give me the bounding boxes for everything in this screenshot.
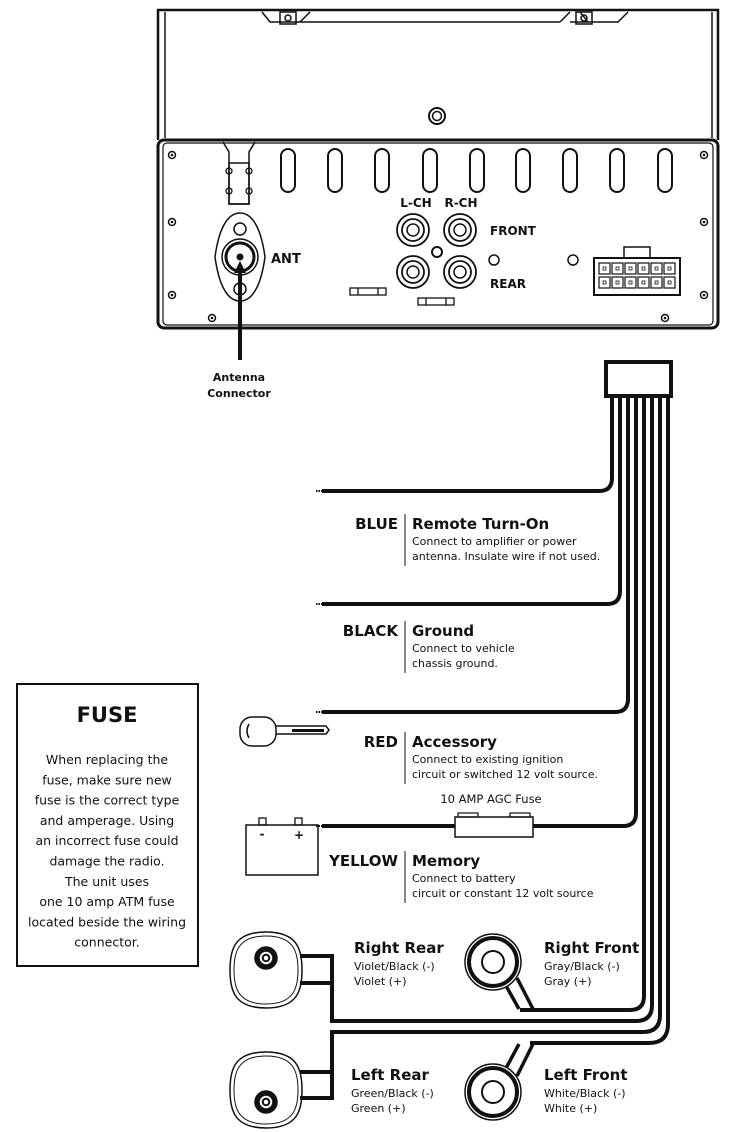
wire-color: RED — [364, 733, 398, 751]
front-label: FRONT — [490, 224, 537, 238]
connector-pin — [663, 276, 676, 289]
connector-pin — [637, 276, 650, 289]
speaker-title: Right Rear — [354, 939, 444, 957]
screw-hole — [428, 107, 446, 125]
vent-slot — [515, 148, 531, 193]
fuse-box-text: an incorrect fuse could — [35, 833, 178, 848]
speaker-title: Right Front — [544, 939, 639, 957]
vent-slot — [609, 148, 625, 193]
blue-wire — [322, 396, 614, 493]
speaker-label-right-rear: Right Rear Violet/Black (-) Violet (+) — [354, 939, 444, 988]
fuse-box-text: one 10 amp ATM fuse — [39, 894, 175, 909]
speaker-label-left-front: Left Front White/Black (-) White (+) — [544, 1066, 628, 1115]
connector-pin — [598, 262, 611, 275]
wire-description: antenna. Insulate wire if not used. — [412, 550, 600, 563]
wire-color: BLACK — [343, 622, 400, 640]
fuse-box-text: damage the radio. — [49, 854, 164, 869]
wiring-diagram: ANT Antenna Connector L-CH R-CH FRONT RE… — [16, 8, 720, 1129]
fuse-box-text: fuse, make sure new — [42, 772, 172, 787]
wire-function: Accessory — [412, 733, 497, 751]
battery-minus: - — [260, 827, 265, 841]
fuse-box-text: located beside the wiring — [28, 914, 186, 929]
speaker-title: Left Rear — [351, 1066, 429, 1084]
connector-pin — [650, 276, 663, 289]
connector-pin — [598, 276, 611, 289]
speaker-label-left-rear: Left Rear Green/Black (-) Green (+) — [351, 1066, 434, 1115]
battery-icon: - + — [245, 817, 319, 876]
right-front-speaker-icon — [464, 933, 535, 1010]
black-wire — [322, 396, 622, 606]
antenna-caption: Connector — [207, 387, 271, 400]
connector-pin — [611, 276, 624, 289]
left-rear-speaker-icon — [229, 1051, 303, 1129]
wire-color: BLUE — [355, 515, 398, 533]
wire-label-black: BLACK Ground Connect to vehicle chassis gro… — [343, 621, 515, 673]
speaker-positive-wire: Violet (+) — [354, 975, 407, 988]
arrow-head-icon — [234, 261, 246, 273]
wire-description: circuit or constant 12 volt source — [412, 887, 594, 900]
fuse-box-text: fuse is the correct type — [35, 793, 180, 808]
harness-plug — [604, 360, 673, 398]
vent-slots — [280, 148, 673, 193]
fuse-box-title: FUSE — [77, 703, 138, 727]
wire-label-yellow: YELLOW Memory Connect to battery circuit or… — [328, 851, 594, 903]
head-unit: ANT Antenna Connector L-CH R-CH FRONT RE… — [156, 8, 720, 400]
wire-description: Connect to existing ignition — [412, 753, 563, 766]
wire-description: Connect to vehicle — [412, 642, 515, 655]
battery-plus: + — [294, 828, 304, 842]
vent-slot — [469, 148, 485, 193]
connector-pin — [624, 262, 637, 275]
right-rear-speaker-icon — [229, 931, 303, 1009]
vent-slot — [657, 148, 673, 193]
rca-jacks — [396, 213, 477, 289]
vent-slot — [327, 148, 343, 193]
speaker-negative-wire: Violet/Black (-) — [354, 960, 435, 973]
connector-pin — [650, 262, 663, 275]
vent-slot — [422, 148, 438, 193]
wire-label-red: RED Accessory Connect to existing ignition… — [364, 732, 598, 784]
connector-pin — [663, 262, 676, 275]
rch-label: R-CH — [444, 196, 477, 210]
inline-fuse-label: 10 AMP AGC Fuse — [440, 792, 541, 806]
fuse-box-text: and amperage. Using — [40, 813, 174, 828]
ant-label: ANT — [271, 252, 301, 267]
lch-label: L-CH — [400, 196, 431, 210]
speaker-negative-wire: Green/Black (-) — [351, 1087, 434, 1100]
ignition-key-icon — [239, 716, 330, 747]
speaker-negative-wire: Gray/Black (-) — [544, 960, 620, 973]
inline-fuse: 10 AMP AGC Fuse — [440, 792, 542, 838]
wire-function: Memory — [412, 852, 480, 870]
wire-description: chassis ground. — [412, 657, 498, 670]
right-front-wire — [520, 396, 646, 1012]
connector-pin — [637, 262, 650, 275]
rear-label: REAR — [490, 277, 526, 291]
left-front-speaker-icon — [464, 1043, 535, 1121]
wire-label-blue: BLUE Remote Turn-On Connect to amplifier o… — [355, 514, 600, 566]
connector-pin — [624, 276, 637, 289]
speaker-negative-wire: White/Black (-) — [544, 1087, 626, 1100]
wire-description: Connect to battery — [412, 872, 516, 885]
wire-description: circuit or switched 12 volt source. — [412, 768, 598, 781]
fuse-box-text: connector. — [74, 935, 139, 950]
wire-function: Ground — [412, 622, 474, 640]
fuse-box-text: The unit uses — [64, 874, 149, 889]
fuse-box-text: When replacing the — [46, 752, 168, 767]
vent-slot — [280, 148, 296, 193]
antenna-caption: Antenna — [213, 371, 265, 384]
wire-color: YELLOW — [328, 852, 398, 870]
speaker-title: Left Front — [544, 1066, 628, 1084]
vent-slot — [374, 148, 390, 193]
vent-slot — [562, 148, 578, 193]
speaker-positive-wire: Green (+) — [351, 1102, 406, 1115]
connector-pin — [611, 262, 624, 275]
fuse-info-box: FUSE When replacing the fuse, make sure n… — [16, 683, 199, 967]
wire-description: Connect to amplifier or power — [412, 535, 577, 548]
speaker-positive-wire: Gray (+) — [544, 975, 592, 988]
speaker-label-right-front: Right Front Gray/Black (-) Gray (+) — [544, 939, 639, 988]
speaker-positive-wire: White (+) — [544, 1102, 597, 1115]
wire-function: Remote Turn-On — [412, 515, 549, 533]
